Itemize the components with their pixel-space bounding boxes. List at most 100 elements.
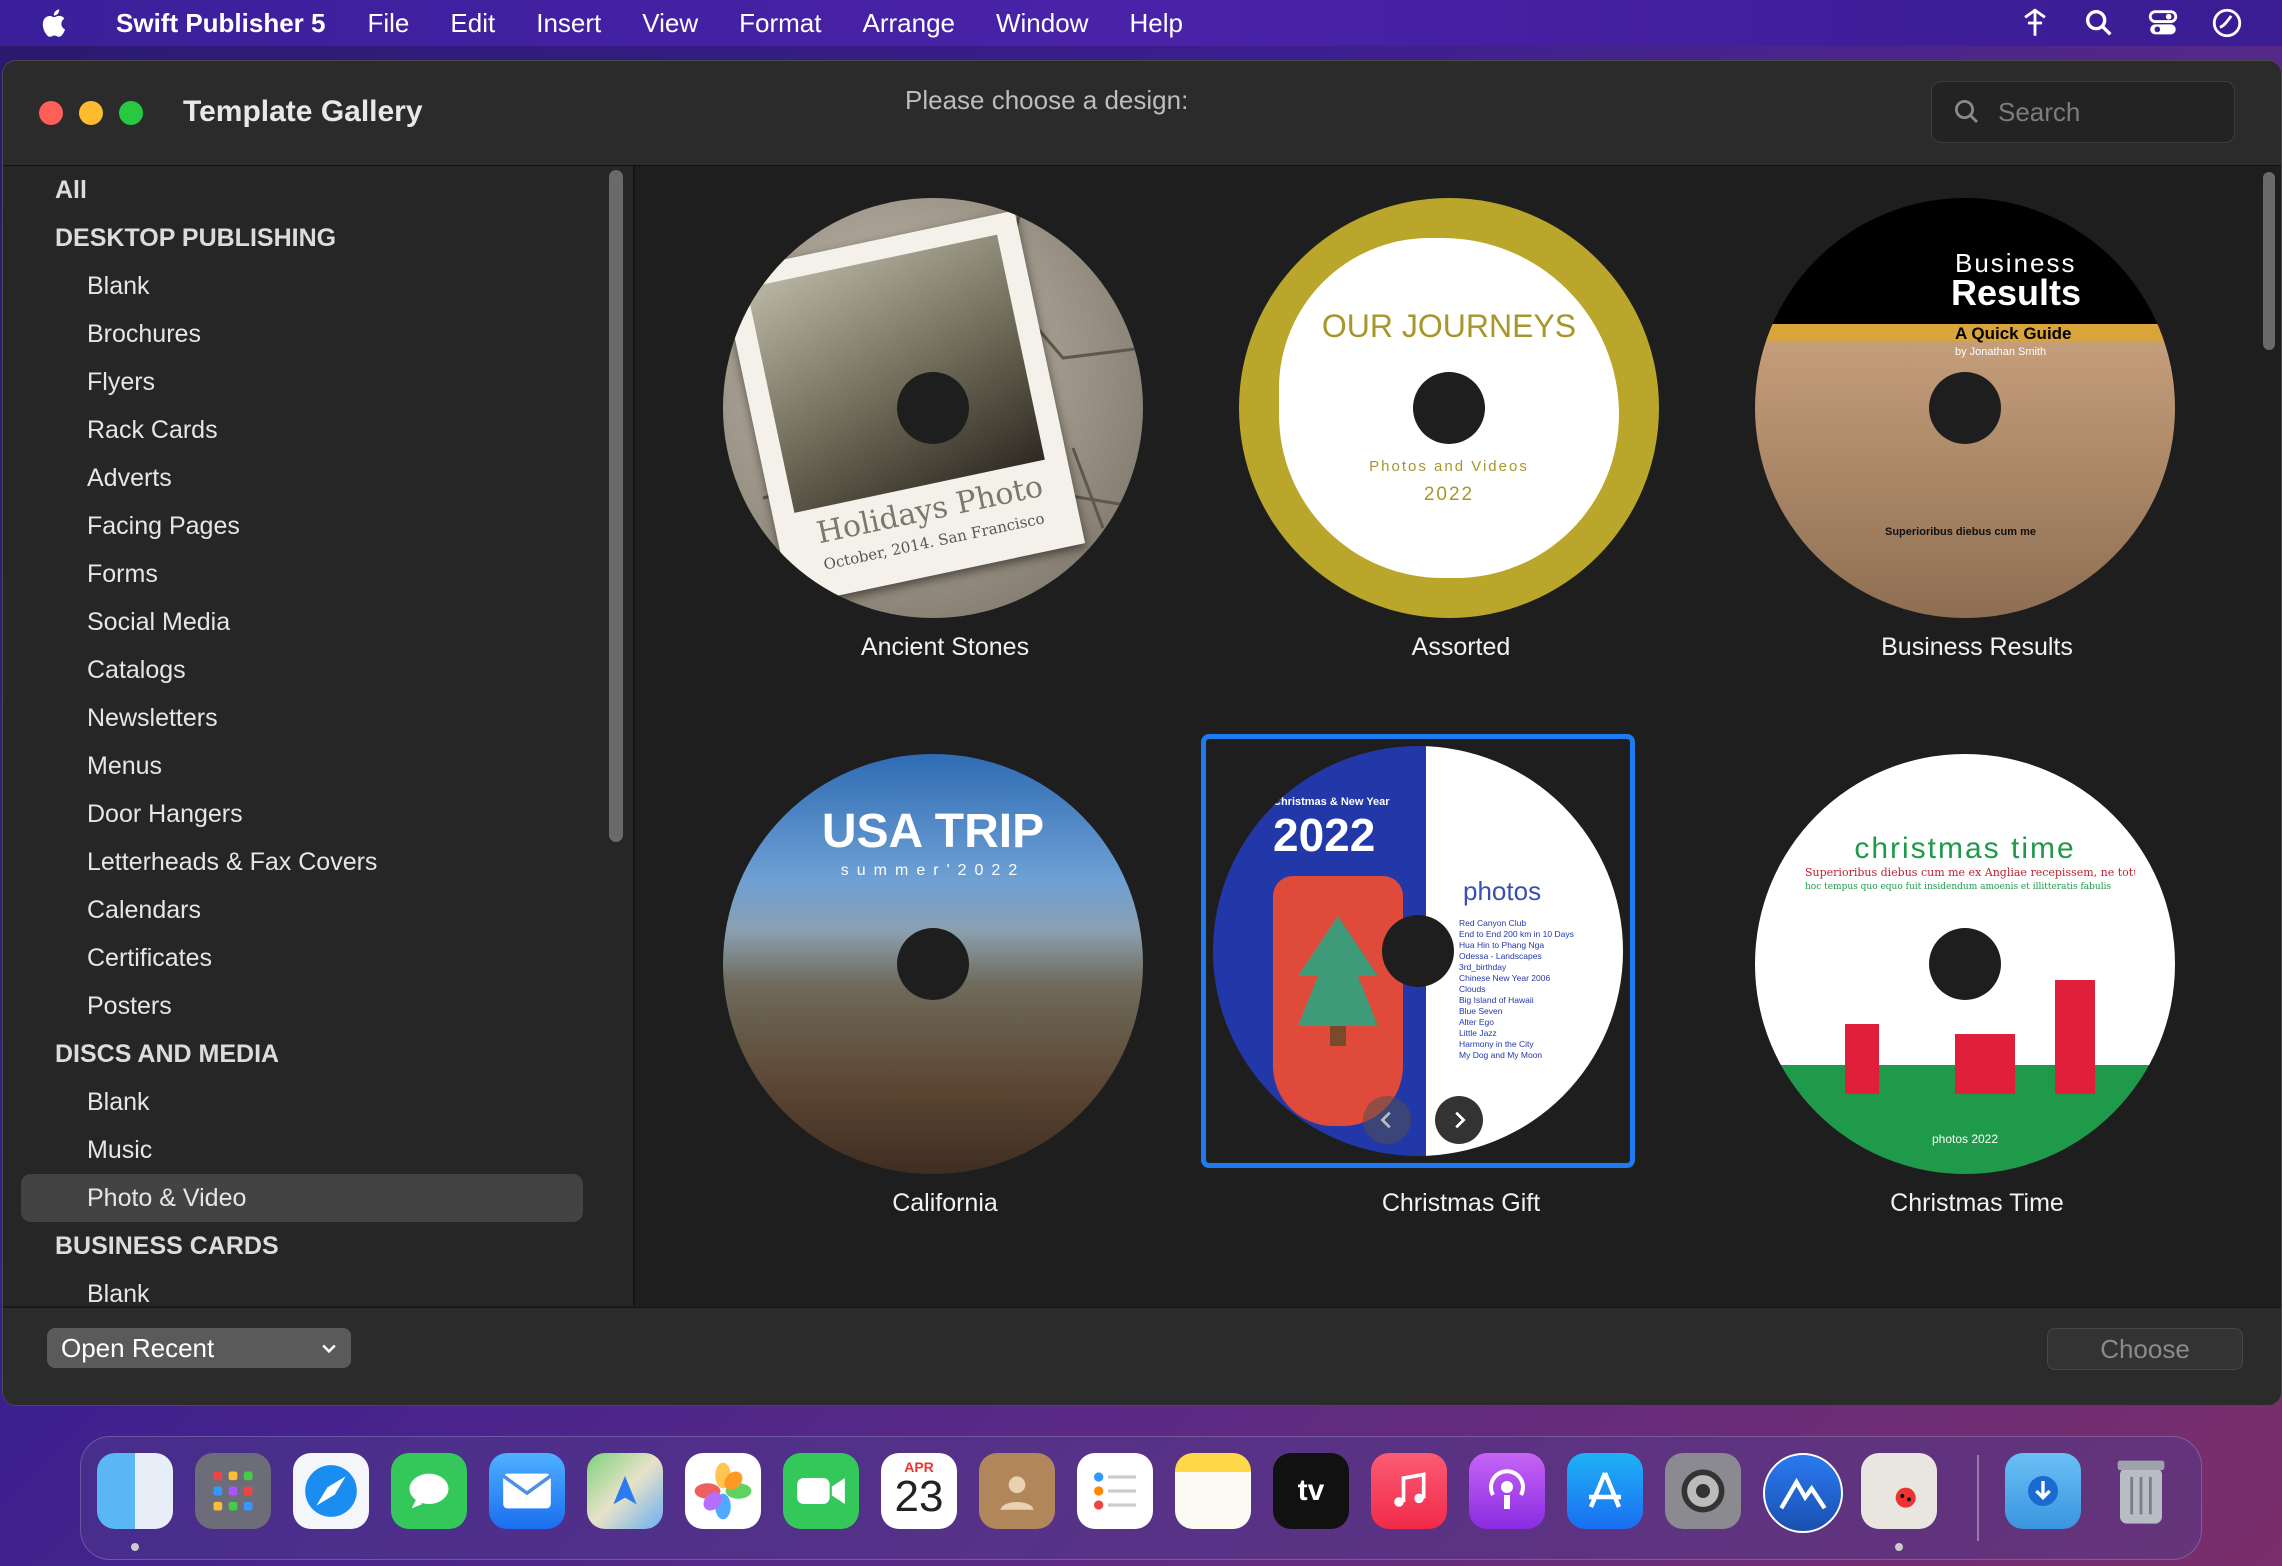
sidebar-item-rack-cards[interactable]: Rack Cards — [87, 406, 218, 454]
template-card-california[interactable]: USA TRIP summer'2022 California — [685, 744, 1205, 1264]
choose-button[interactable]: Choose — [2047, 1328, 2243, 1370]
music-icon[interactable] — [1371, 1453, 1447, 1529]
photos-icon[interactable] — [685, 1453, 761, 1529]
sidebar-item-menus[interactable]: Menus — [87, 742, 162, 790]
sidebar-item-social-media[interactable]: Social Media — [87, 598, 230, 646]
zoom-button[interactable] — [119, 101, 143, 125]
sidebar-item-door-hangers[interactable]: Door Hangers — [87, 790, 243, 838]
disc-hole — [1413, 372, 1485, 444]
search-field[interactable] — [1931, 81, 2235, 143]
calendar-day: 23 — [894, 1472, 944, 1521]
apple-icon[interactable] — [38, 6, 72, 40]
disc-text-year: 2022 — [1273, 809, 1376, 861]
sidebar-item-certificates[interactable]: Certificates — [87, 934, 212, 982]
sidebar-item-blank[interactable]: Blank — [87, 262, 150, 310]
mail-icon[interactable] — [489, 1453, 565, 1529]
calendar-icon[interactable]: APR 23 — [881, 1453, 957, 1529]
disc-text-title-bold: Results — [1951, 272, 2082, 313]
maps-icon[interactable] — [587, 1453, 663, 1529]
menu-window[interactable]: Window — [996, 8, 1088, 39]
trash-icon[interactable] — [2103, 1453, 2179, 1529]
gear-icon — [1681, 1469, 1725, 1513]
system-preferences-icon[interactable] — [1665, 1453, 1741, 1529]
status-icon[interactable] — [2018, 6, 2052, 40]
control-center-icon[interactable] — [2146, 6, 2180, 40]
sidebar-item-catalogs[interactable]: Catalogs — [87, 646, 186, 694]
template-card-ancient-stones[interactable]: Holidays Photo October, 2014. San Franci… — [685, 188, 1205, 708]
contacts-icon[interactable] — [979, 1453, 1055, 1529]
template-name: Christmas Gift — [1381, 1189, 1541, 1217]
speech-bubble-icon — [409, 1473, 449, 1509]
sidebar-item-photo-video[interactable]: Photo & Video — [87, 1174, 246, 1222]
reminders-icon[interactable] — [1077, 1453, 1153, 1529]
sidebar-item-forms[interactable]: Forms — [87, 550, 158, 598]
sidebar-item-facing-pages[interactable]: Facing Pages — [87, 502, 240, 550]
sidebar-scrollbar[interactable] — [609, 170, 623, 842]
disc-text-author: by Jonathan Smith — [1955, 346, 2047, 358]
swift-publisher-icon[interactable] — [1861, 1453, 1937, 1529]
sidebar-item-cards-blank[interactable]: Blank — [87, 1270, 150, 1306]
disc-hole — [1382, 915, 1454, 987]
music-note-icon — [1394, 1472, 1426, 1507]
dock-separator — [1977, 1455, 1979, 1541]
downloads-icon[interactable] — [2005, 1453, 2081, 1529]
minimize-button[interactable] — [79, 101, 103, 125]
grid-scrollbar[interactable] — [2263, 172, 2275, 350]
tv-label: tv — [1297, 1474, 1325, 1507]
menu-edit[interactable]: Edit — [450, 8, 495, 39]
safari-icon[interactable] — [293, 1453, 369, 1529]
app-menu[interactable]: Swift Publisher 5 — [116, 8, 326, 39]
template-card-business-results[interactable]: Business Results A Quick Guide by Jonath… — [1717, 188, 2237, 708]
search-icon[interactable] — [2082, 6, 2116, 40]
notes-icon[interactable] — [1175, 1453, 1251, 1529]
disc-thumbnail: Holidays Photo October, 2014. San Franci… — [723, 198, 1143, 618]
sidebar-item-flyers[interactable]: Flyers — [87, 358, 155, 406]
template-name: Business Results — [1881, 633, 2073, 661]
template-card-assorted[interactable]: OUR JOURNEYS Photos and Videos 2022 Asso… — [1201, 188, 1721, 708]
sidebar-item-calendars[interactable]: Calendars — [87, 886, 201, 934]
next-page-button[interactable] — [1435, 1096, 1483, 1144]
launchpad-icon[interactable] — [195, 1453, 271, 1529]
affinity-icon[interactable] — [1763, 1453, 1843, 1533]
sidebar-item-posters[interactable]: Posters — [87, 982, 172, 1030]
section-header-discs-and-media: DISCS AND MEDIA — [55, 1040, 280, 1068]
disc-hole — [897, 372, 969, 444]
dock: APR 23 tv — [80, 1436, 2202, 1560]
finder-icon[interactable] — [97, 1453, 173, 1529]
envelope-icon — [502, 1473, 552, 1509]
sidebar-item-newsletters[interactable]: Newsletters — [87, 694, 218, 742]
menu-arrange[interactable]: Arrange — [862, 8, 955, 39]
menu-insert[interactable]: Insert — [536, 8, 601, 39]
template-card-christmas-time[interactable]: christmas time Superioribus diebus cum m… — [1717, 744, 2237, 1264]
facetime-icon[interactable] — [783, 1453, 859, 1529]
previous-page-button[interactable] — [1363, 1096, 1411, 1144]
podcasts-icon[interactable] — [1469, 1453, 1545, 1529]
disc-text-year: 2022 — [1423, 484, 1475, 505]
disc-hole — [1929, 928, 2001, 1000]
sidebar-item-adverts[interactable]: Adverts — [87, 454, 172, 502]
ladybug-icon — [1895, 1487, 1916, 1508]
menu-view[interactable]: View — [642, 8, 698, 39]
disc-text-footer: photos 2022 — [1931, 1132, 1999, 1146]
app-store-icon[interactable] — [1567, 1453, 1643, 1529]
close-button[interactable] — [39, 101, 63, 125]
menu-file[interactable]: File — [368, 8, 410, 39]
sidebar-item-discs-blank[interactable]: Blank — [87, 1078, 150, 1126]
menu-help[interactable]: Help — [1129, 8, 1182, 39]
disc-text-subtitle: summer'2022 — [840, 862, 1026, 879]
menu-format[interactable]: Format — [739, 8, 821, 39]
search-icon — [1955, 100, 1978, 123]
sidebar-item-music[interactable]: Music — [87, 1126, 152, 1174]
track-item: Hua Hin to Phang Nga — [1459, 940, 1545, 950]
sidebar-item-letterheads[interactable]: Letterheads & Fax Covers — [87, 838, 377, 886]
open-recent-popup[interactable]: Open Recent — [47, 1328, 351, 1368]
sidebar-item-brochures[interactable]: Brochures — [87, 310, 201, 358]
chevron-left-icon — [1380, 1111, 1391, 1129]
search-input[interactable] — [1996, 95, 2220, 129]
siri-icon[interactable] — [2210, 6, 2244, 40]
sidebar-item-all[interactable]: All — [55, 166, 87, 214]
disc-hole — [1929, 372, 2001, 444]
tv-icon[interactable]: tv — [1273, 1453, 1349, 1529]
template-card-christmas-gift[interactable]: Christmas & New Year 2022 photos Red Can… — [1201, 734, 1721, 1264]
messages-icon[interactable] — [391, 1453, 467, 1529]
